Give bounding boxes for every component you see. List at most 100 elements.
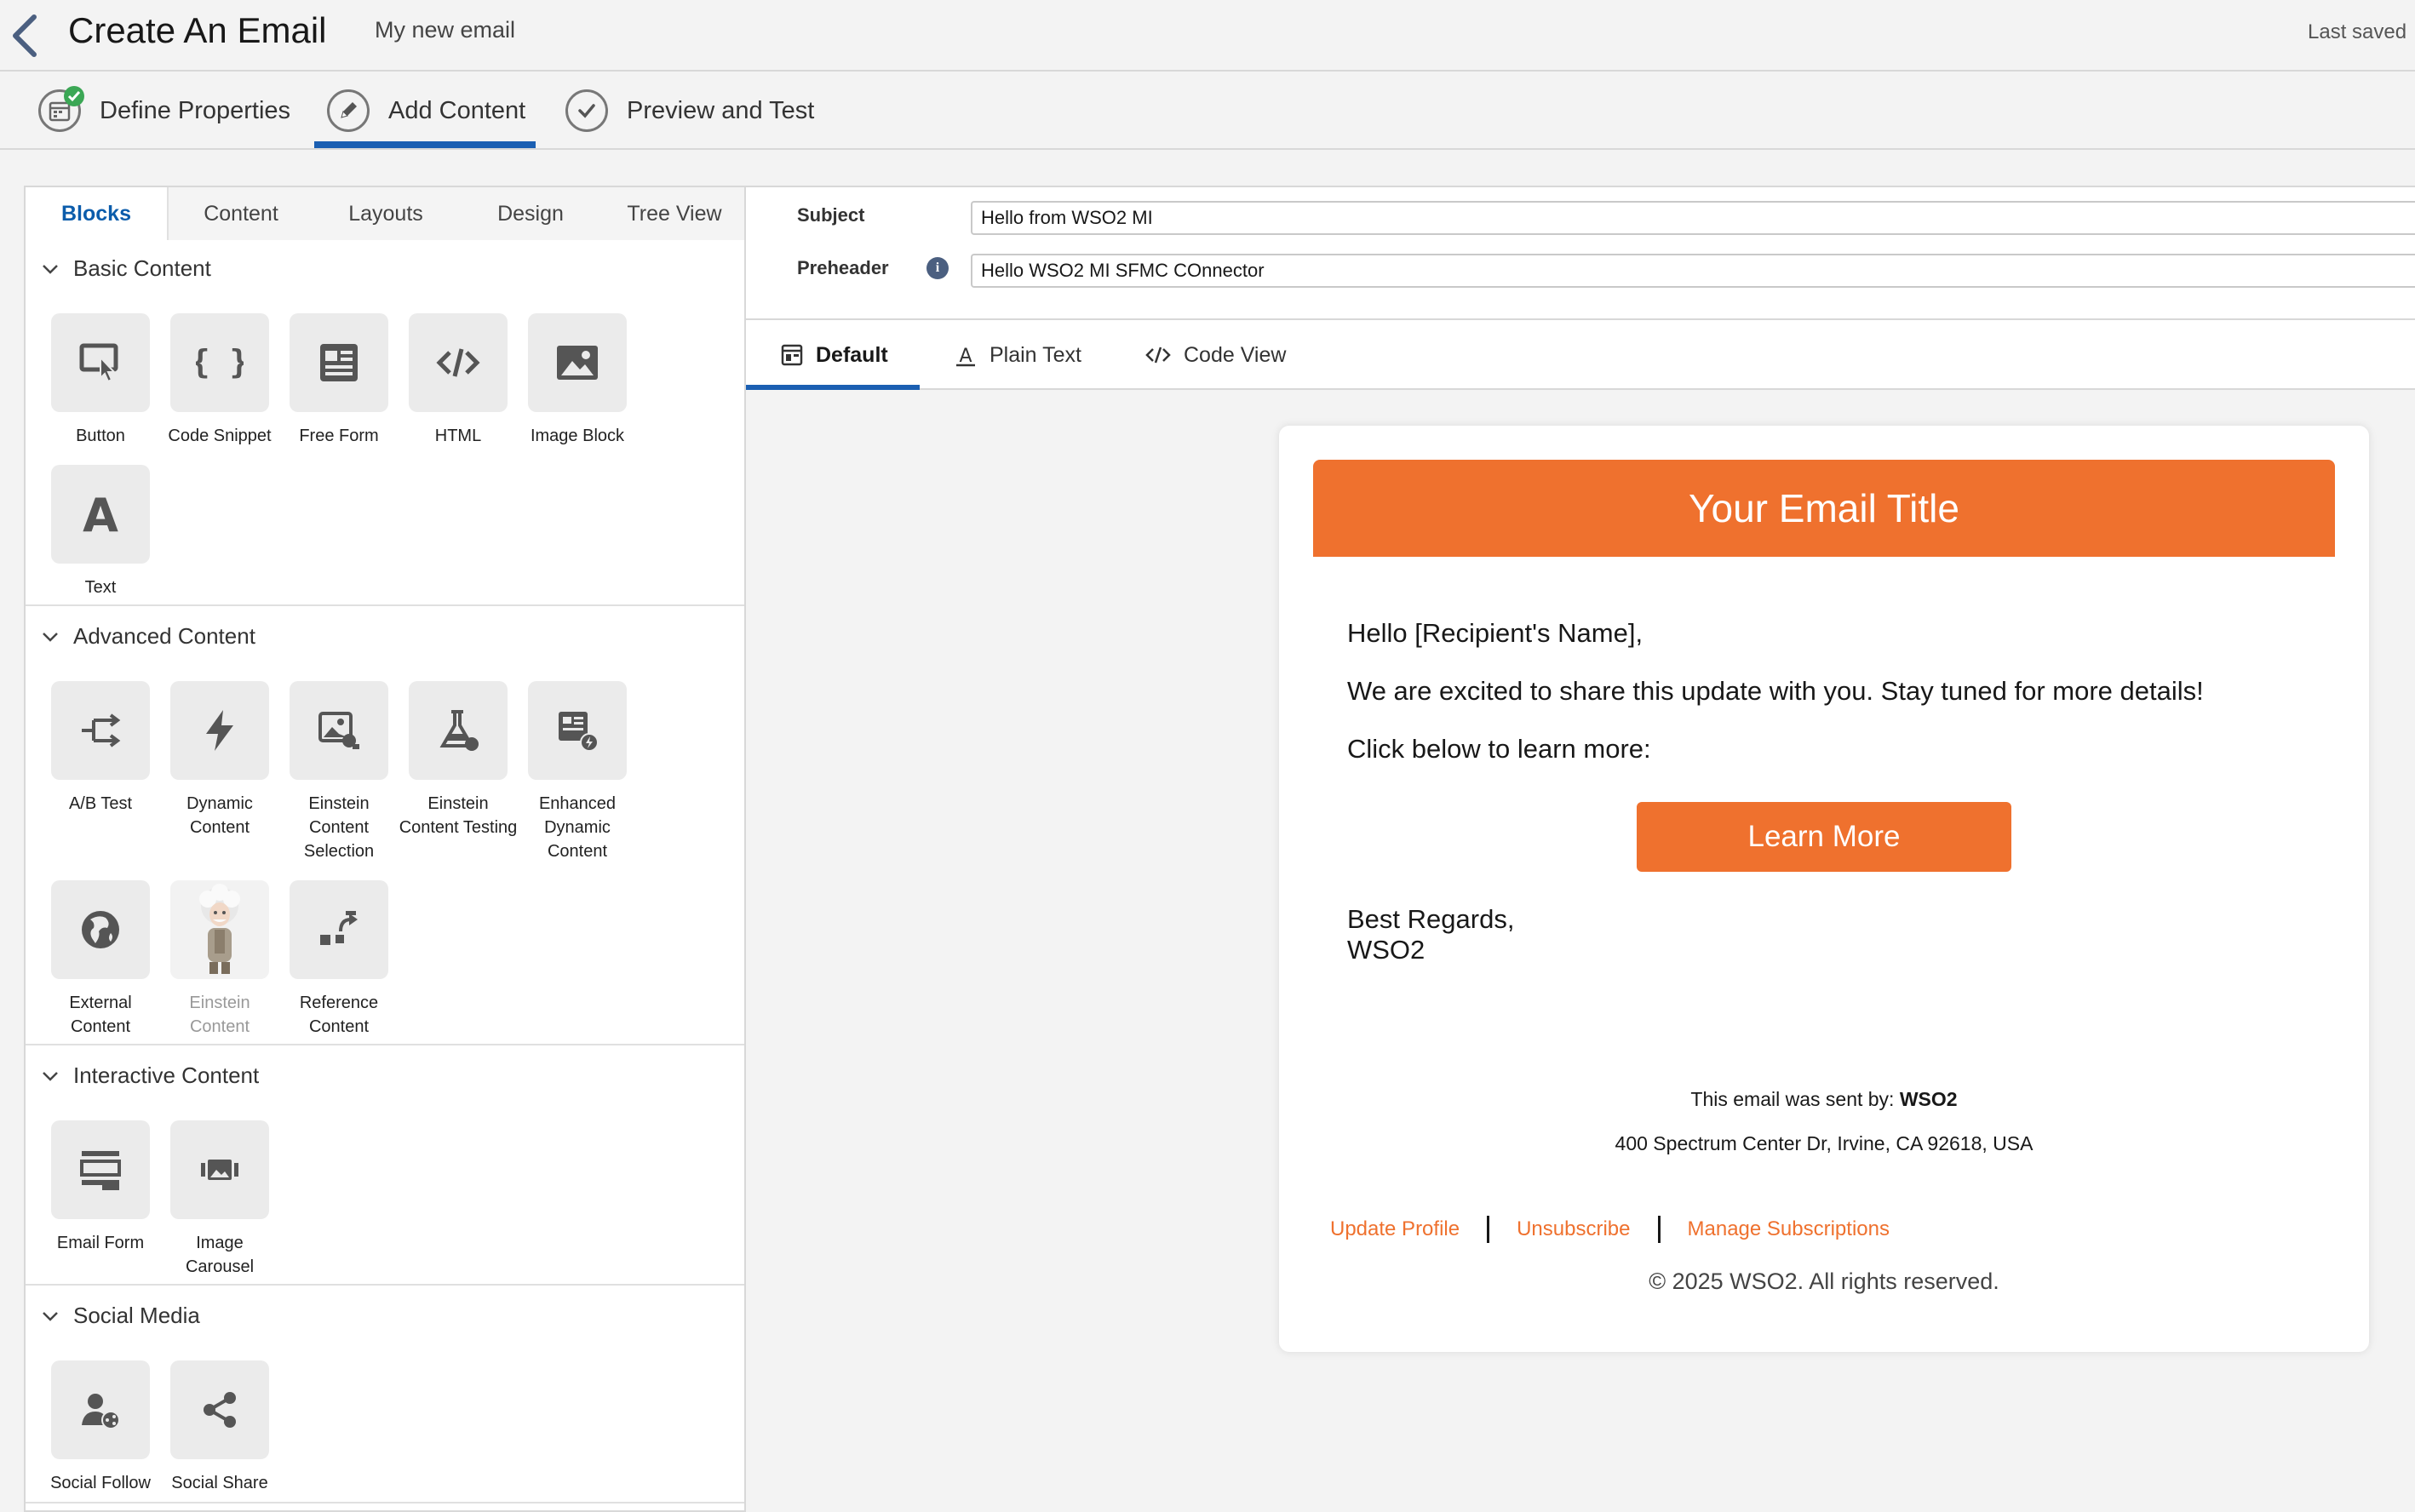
email-signoff[interactable]: Best Regards, xyxy=(1347,904,1514,935)
email-name: My new email xyxy=(375,17,516,43)
reference-icon xyxy=(320,911,358,945)
globe-icon xyxy=(82,911,119,948)
carousel-icon xyxy=(201,1160,238,1180)
block-html[interactable]: HTML xyxy=(399,313,518,448)
chevron-down-icon xyxy=(43,1311,58,1321)
block-reference-content[interactable]: Reference Content xyxy=(279,880,399,1039)
block-image-carousel[interactable]: Image Carousel xyxy=(160,1120,279,1279)
block-code-snippet[interactable]: { } Code Snippet xyxy=(160,313,279,448)
section-divider xyxy=(26,604,744,606)
back-button[interactable] xyxy=(5,10,48,61)
copyright-text: © 2025 WSO2. All rights reserved. xyxy=(1649,1269,1999,1294)
learn-more-button[interactable]: Learn More xyxy=(1637,802,2011,872)
step-add-content[interactable]: Add Content xyxy=(327,73,525,148)
einstein-selection-icon xyxy=(318,712,359,749)
text-icon: A xyxy=(83,490,118,538)
manage-subscriptions-link[interactable]: Manage Subscriptions xyxy=(1688,1217,1890,1241)
chevron-down-icon xyxy=(43,1071,58,1081)
block-dynamic-content[interactable]: Dynamic Content xyxy=(160,681,279,839)
lightning-icon xyxy=(206,710,233,751)
block-email-form[interactable]: Email Form xyxy=(41,1120,160,1255)
unsubscribe-link[interactable]: Unsubscribe xyxy=(1517,1217,1630,1241)
block-button[interactable]: Button xyxy=(41,313,160,448)
tab-content[interactable]: Content xyxy=(169,187,313,240)
section-divider xyxy=(26,1044,744,1045)
subject-label: Subject xyxy=(797,204,865,226)
wizard-stepper: Define Properties Add Content Preview an… xyxy=(0,73,2415,150)
einstein-character-icon xyxy=(199,884,240,974)
layout-icon xyxy=(781,344,803,366)
section-advanced-content[interactable]: Advanced Content xyxy=(41,623,255,650)
block-text[interactable]: A Text xyxy=(41,465,160,599)
link-divider xyxy=(1657,1216,1661,1243)
email-title-banner[interactable]: Your Email Title xyxy=(1313,460,2335,557)
section-divider xyxy=(26,1502,744,1503)
step-define-properties[interactable]: Define Properties xyxy=(38,73,290,148)
block-enhanced-dynamic-content[interactable]: Enhanced Dynamic Content xyxy=(518,681,637,863)
view-tabs: Default A Plain Text Code View xyxy=(746,320,2415,390)
update-profile-link[interactable]: Update Profile xyxy=(1330,1217,1460,1241)
block-external-content[interactable]: External Content xyxy=(41,880,160,1039)
section-title: Advanced Content xyxy=(73,623,255,649)
step-label: Preview and Test xyxy=(627,96,815,124)
email-meta-fields: Subject Preheader i xyxy=(746,186,2415,320)
content-blocks-panel: Blocks Content Layouts Design Tree View … xyxy=(24,186,746,1512)
active-step-indicator xyxy=(314,141,536,148)
chevron-left-icon xyxy=(13,14,37,57)
svg-text:A: A xyxy=(959,346,972,367)
block-social-share[interactable]: Social Share xyxy=(160,1360,279,1495)
chevron-down-icon xyxy=(43,264,58,274)
text-a-icon: A xyxy=(956,346,975,367)
email-body-line[interactable]: Click below to learn more: xyxy=(1347,734,1651,765)
step-label: Add Content xyxy=(388,96,526,124)
info-icon[interactable]: i xyxy=(926,257,949,279)
preheader-input[interactable] xyxy=(971,254,2415,288)
block-free-form[interactable]: Free Form xyxy=(279,313,399,448)
tab-default[interactable]: Default xyxy=(780,320,888,390)
form-icon xyxy=(80,1151,121,1190)
email-greeting[interactable]: Hello [Recipient's Name], xyxy=(1347,618,1643,649)
block-einstein-content-selection[interactable]: Einstein Content Selection xyxy=(279,681,399,863)
step-label: Define Properties xyxy=(100,96,291,124)
section-basic-content[interactable]: Basic Content xyxy=(41,255,211,282)
subject-input[interactable] xyxy=(971,201,2415,235)
chevron-down-icon xyxy=(43,632,58,642)
image-icon xyxy=(557,346,598,380)
tab-blocks[interactable]: Blocks xyxy=(26,187,169,240)
email-builder-app: Create An Email My new email Last saved … xyxy=(0,0,2415,1512)
block-einstein-content: Einstein Content xyxy=(160,880,279,1039)
tab-plain-text[interactable]: A Plain Text xyxy=(954,320,1081,390)
code-icon xyxy=(1145,346,1171,364)
top-bar: Create An Email My new email Last saved xyxy=(0,0,2415,72)
section-divider xyxy=(26,1284,744,1286)
section-interactive-content[interactable]: Interactive Content xyxy=(41,1062,259,1089)
block-social-follow[interactable]: Social Follow xyxy=(41,1360,160,1495)
button-icon xyxy=(79,343,118,383)
enhanced-dynamic-icon xyxy=(559,712,599,752)
section-title: Basic Content xyxy=(73,255,211,281)
section-social-media[interactable]: Social Media xyxy=(41,1303,200,1329)
email-canvas[interactable]: Your Email Title Hello [Recipient's Name… xyxy=(1279,426,2369,1352)
email-body-line[interactable]: We are excited to share this update with… xyxy=(1347,676,2204,707)
tab-tree-view[interactable]: Tree View xyxy=(603,187,744,240)
section-title: Interactive Content xyxy=(73,1062,260,1088)
link-divider xyxy=(1487,1216,1490,1243)
svg-text:{ }: { } xyxy=(196,343,244,381)
sender-address: 400 Spectrum Center Dr, Irvine, CA 92618… xyxy=(1615,1132,2034,1154)
calendar-check-icon xyxy=(38,86,84,132)
html-icon xyxy=(436,348,480,377)
panel-tabs: Blocks Content Layouts Design Tree View xyxy=(26,187,744,240)
ab-test-icon xyxy=(82,713,121,747)
tab-layouts[interactable]: Layouts xyxy=(313,187,458,240)
block-ab-test[interactable]: A/B Test xyxy=(41,681,160,816)
sender-name: WSO2 xyxy=(1899,1088,1958,1110)
social-follow-icon xyxy=(82,1394,120,1429)
tab-code-view[interactable]: Code View xyxy=(1144,320,1286,390)
tab-design[interactable]: Design xyxy=(458,187,603,240)
section-title: Social Media xyxy=(73,1303,200,1328)
block-image[interactable]: Image Block xyxy=(518,313,637,448)
active-view-indicator xyxy=(746,385,920,390)
email-signature[interactable]: WSO2 xyxy=(1347,935,1425,965)
step-preview-and-test[interactable]: Preview and Test xyxy=(565,73,814,148)
block-einstein-content-testing[interactable]: Einstein Content Testing xyxy=(399,681,518,839)
